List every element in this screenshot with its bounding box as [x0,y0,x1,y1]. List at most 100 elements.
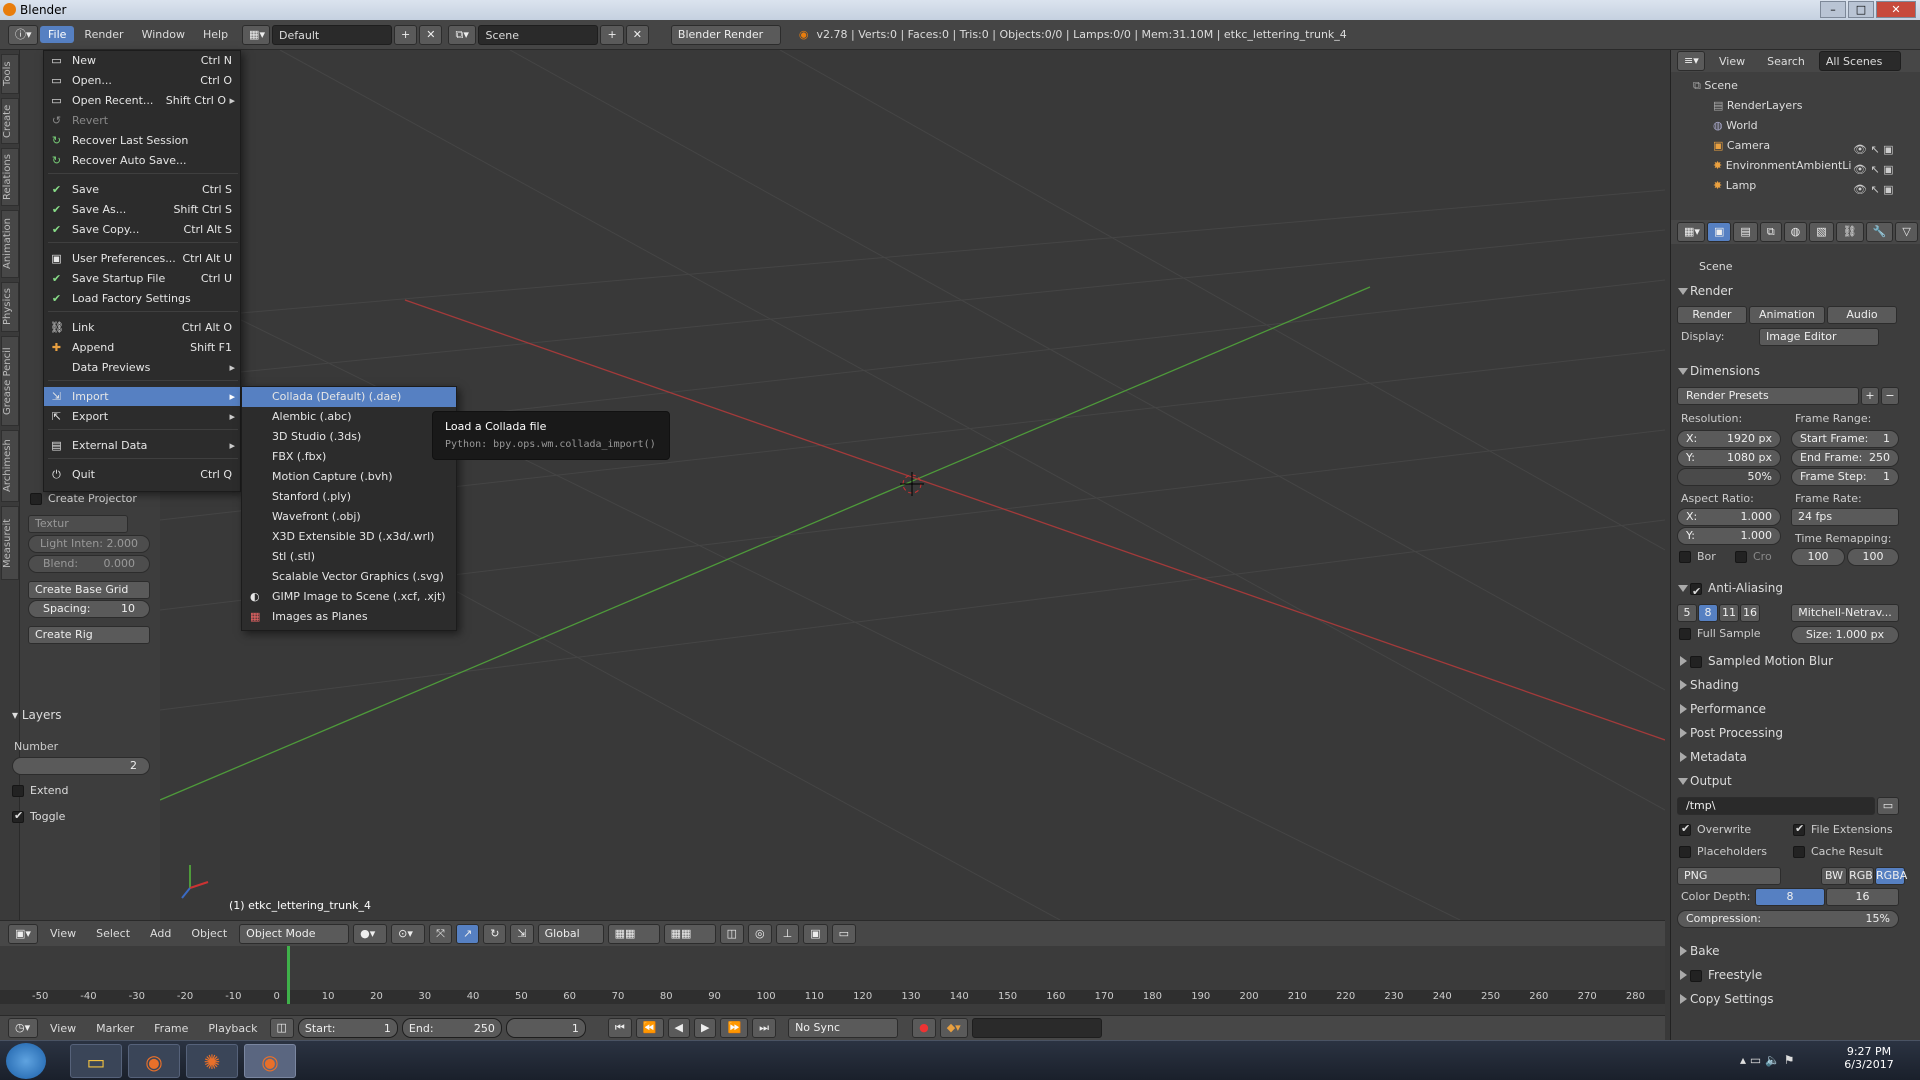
screen-layout-icon[interactable]: ▦▾ [242,24,271,45]
overwrite-checkbox[interactable] [1679,822,1691,836]
menu-item-import[interactable]: ⇲ Import ▸ [44,387,240,406]
tab-physics[interactable]: Physics [1,282,19,332]
import-svg[interactable]: Scalable Vector Graphics (.svg) [242,567,456,587]
play-reverse-icon[interactable]: ◀ [667,1018,690,1038]
import-stl[interactable]: Stl (.stl) [242,547,456,567]
panel-render[interactable]: Render [1676,280,1906,302]
add-layout-button[interactable]: + [394,24,418,45]
light-intensity-field[interactable]: Light Inten: 2.000 [28,535,150,553]
mode-select[interactable]: Object Mode [239,923,350,944]
outliner-row-env-light[interactable]: ✸ EnvironmentAmbientLi [1713,156,1863,176]
remove-layout-button[interactable]: ✕ [419,24,443,45]
renderlayers-context-icon[interactable]: ▤ [1733,222,1758,242]
menu-item-open-recent[interactable]: ▭ Open Recent... Shift Ctrl O ▸ [44,91,240,110]
constraints-context-icon[interactable]: ⛓ [1835,222,1864,242]
import-collada[interactable]: Collada (Default) (.dae) [242,387,456,407]
aspect-y-field[interactable]: Y: 1.000 [1677,527,1781,545]
file-format-select[interactable]: PNG [1677,867,1781,885]
panel-output[interactable]: Output [1676,770,1906,792]
menu-help[interactable]: Help [195,26,236,43]
aa-samples-5[interactable]: 5 [1677,604,1697,622]
create-projector-row[interactable]: Create Projector [30,492,137,505]
tab-animation[interactable]: Animation [1,210,19,278]
snap-icon[interactable]: ⊥ [775,923,800,944]
keying-set-icon[interactable]: ◆▾ [939,1018,968,1038]
close-button[interactable]: ✕ [1876,1,1916,18]
toggle-row[interactable]: Toggle [12,809,65,823]
crop-toggle[interactable]: Cro [1735,550,1772,563]
menu-item-save-as[interactable]: ✔ Save As... Shift Ctrl S [44,200,240,219]
panel-shading[interactable]: Shading [1676,674,1906,696]
tl-menu-view[interactable]: View [42,1020,84,1037]
crop-checkbox[interactable] [1735,551,1747,563]
render-preview-icon[interactable]: ▭ [831,923,857,944]
blender-taskbar-icon[interactable]: ◉ [244,1044,296,1078]
visibility-toggles[interactable]: 👁 ↖ ▣ 👁 ↖ ▣ 👁 ↖ ▣ [1853,140,1894,200]
color-mode-rgb[interactable]: RGB [1848,867,1874,885]
outliner-row-world[interactable]: ◍ World [1713,116,1920,136]
import-obj[interactable]: Wavefront (.obj) [242,507,456,527]
resolution-y-field[interactable]: Y: 1080 px [1677,449,1781,467]
keying-set-field[interactable] [971,1018,1102,1038]
frame-rate-select[interactable]: 24 fps [1791,508,1899,526]
menu-item-new[interactable]: ▭ New Ctrl N [44,51,240,70]
overwrite-toggle[interactable]: Overwrite [1679,822,1751,836]
border-toggle[interactable]: Bor [1679,550,1716,563]
explorer-icon[interactable]: ▭ [70,1044,122,1078]
tray-icons[interactable]: ▴ ▭ 🔈 ⚑ [1740,1053,1795,1067]
panel-metadata[interactable]: Metadata [1676,746,1906,768]
ol-menu-view[interactable]: View [1711,53,1753,70]
jump-keyframe-forward-icon[interactable]: ⏩ [720,1018,749,1038]
firefox-icon[interactable]: ◉ [128,1044,180,1078]
data-context-icon[interactable]: ▽ [1895,222,1918,242]
layers-grid-2[interactable]: ▦▦ [663,923,716,944]
panel-anti-aliasing[interactable]: Anti-Aliasing [1676,577,1906,603]
tab-measureit[interactable]: Measureit [1,506,19,580]
editor-type-icon[interactable]: ▣▾ [8,923,38,944]
world-context-icon[interactable]: ◍ [1783,222,1808,242]
aa-samples-11[interactable]: 11 [1719,604,1739,622]
editor-type-icon[interactable]: ◷▾ [8,1018,38,1038]
full-sample-checkbox[interactable] [1679,628,1691,640]
object-context-icon[interactable]: ▧ [1809,222,1834,242]
number-field[interactable]: 2 [12,757,150,775]
current-frame-indicator[interactable] [287,946,290,1004]
menu-item-recover-auto-save[interactable]: ↻ Recover Auto Save... [44,151,240,170]
editor-type-icon[interactable]: ▦▾ [1677,222,1705,242]
compression-slider[interactable]: Compression: 15% [1677,910,1899,928]
import-3ds[interactable]: 3D Studio (.3ds) [242,427,456,447]
cache-result-checkbox[interactable] [1793,846,1805,858]
import-x3d[interactable]: X3D Extensible 3D (.x3d/.wrl) [242,527,456,547]
ol-menu-search[interactable]: Search [1759,53,1813,70]
scene-context-icon[interactable]: ⧉ [1759,222,1782,242]
modifiers-context-icon[interactable]: 🔧 [1865,222,1894,242]
render-presets-select[interactable]: Render Presets [1677,387,1859,405]
create-rig-button[interactable]: Create Rig [28,626,150,644]
menu-window[interactable]: Window [134,26,193,43]
panel-copy-settings[interactable]: Copy Settings [1676,988,1906,1010]
motion-blur-checkbox[interactable] [1690,655,1702,668]
editor-type-icon[interactable]: ⓘ▾ [8,24,38,45]
color-depth-16[interactable]: 16 [1826,888,1899,906]
color-mode-rgba[interactable]: RGBA [1875,867,1907,885]
aa-filter-select[interactable]: Mitchell-Netrav... [1791,604,1899,622]
file-extensions-checkbox[interactable] [1793,822,1805,836]
panel-performance[interactable]: Performance [1676,698,1906,720]
manipulator-toggle[interactable]: ⤧ [429,923,452,944]
render-button[interactable]: Render [1677,306,1747,324]
clock[interactable]: 9:27 PM 6/3/2017 [1824,1045,1914,1071]
aspect-x-field[interactable]: X: 1.000 [1677,508,1781,526]
outliner-row-scene[interactable]: ⧉ Scene [1693,76,1920,96]
tab-create[interactable]: Create [1,98,19,144]
import-images-as-planes[interactable]: ▦ Images as Planes [242,607,456,627]
tab-grease-pencil[interactable]: Grease Pencil [1,336,19,426]
vp-menu-object[interactable]: Object [183,925,235,942]
add-scene-button[interactable]: + [600,24,624,45]
tl-menu-playback[interactable]: Playback [200,1020,265,1037]
placeholders-checkbox[interactable] [1679,846,1691,858]
resolution-percentage[interactable]: 50% [1677,468,1781,486]
menu-file[interactable]: File [40,26,75,43]
proportional-edit-icon[interactable]: ◎ [748,923,772,944]
placeholders-toggle[interactable]: Placeholders [1679,845,1767,858]
rotate-manipulator[interactable]: ↻ [483,923,507,944]
